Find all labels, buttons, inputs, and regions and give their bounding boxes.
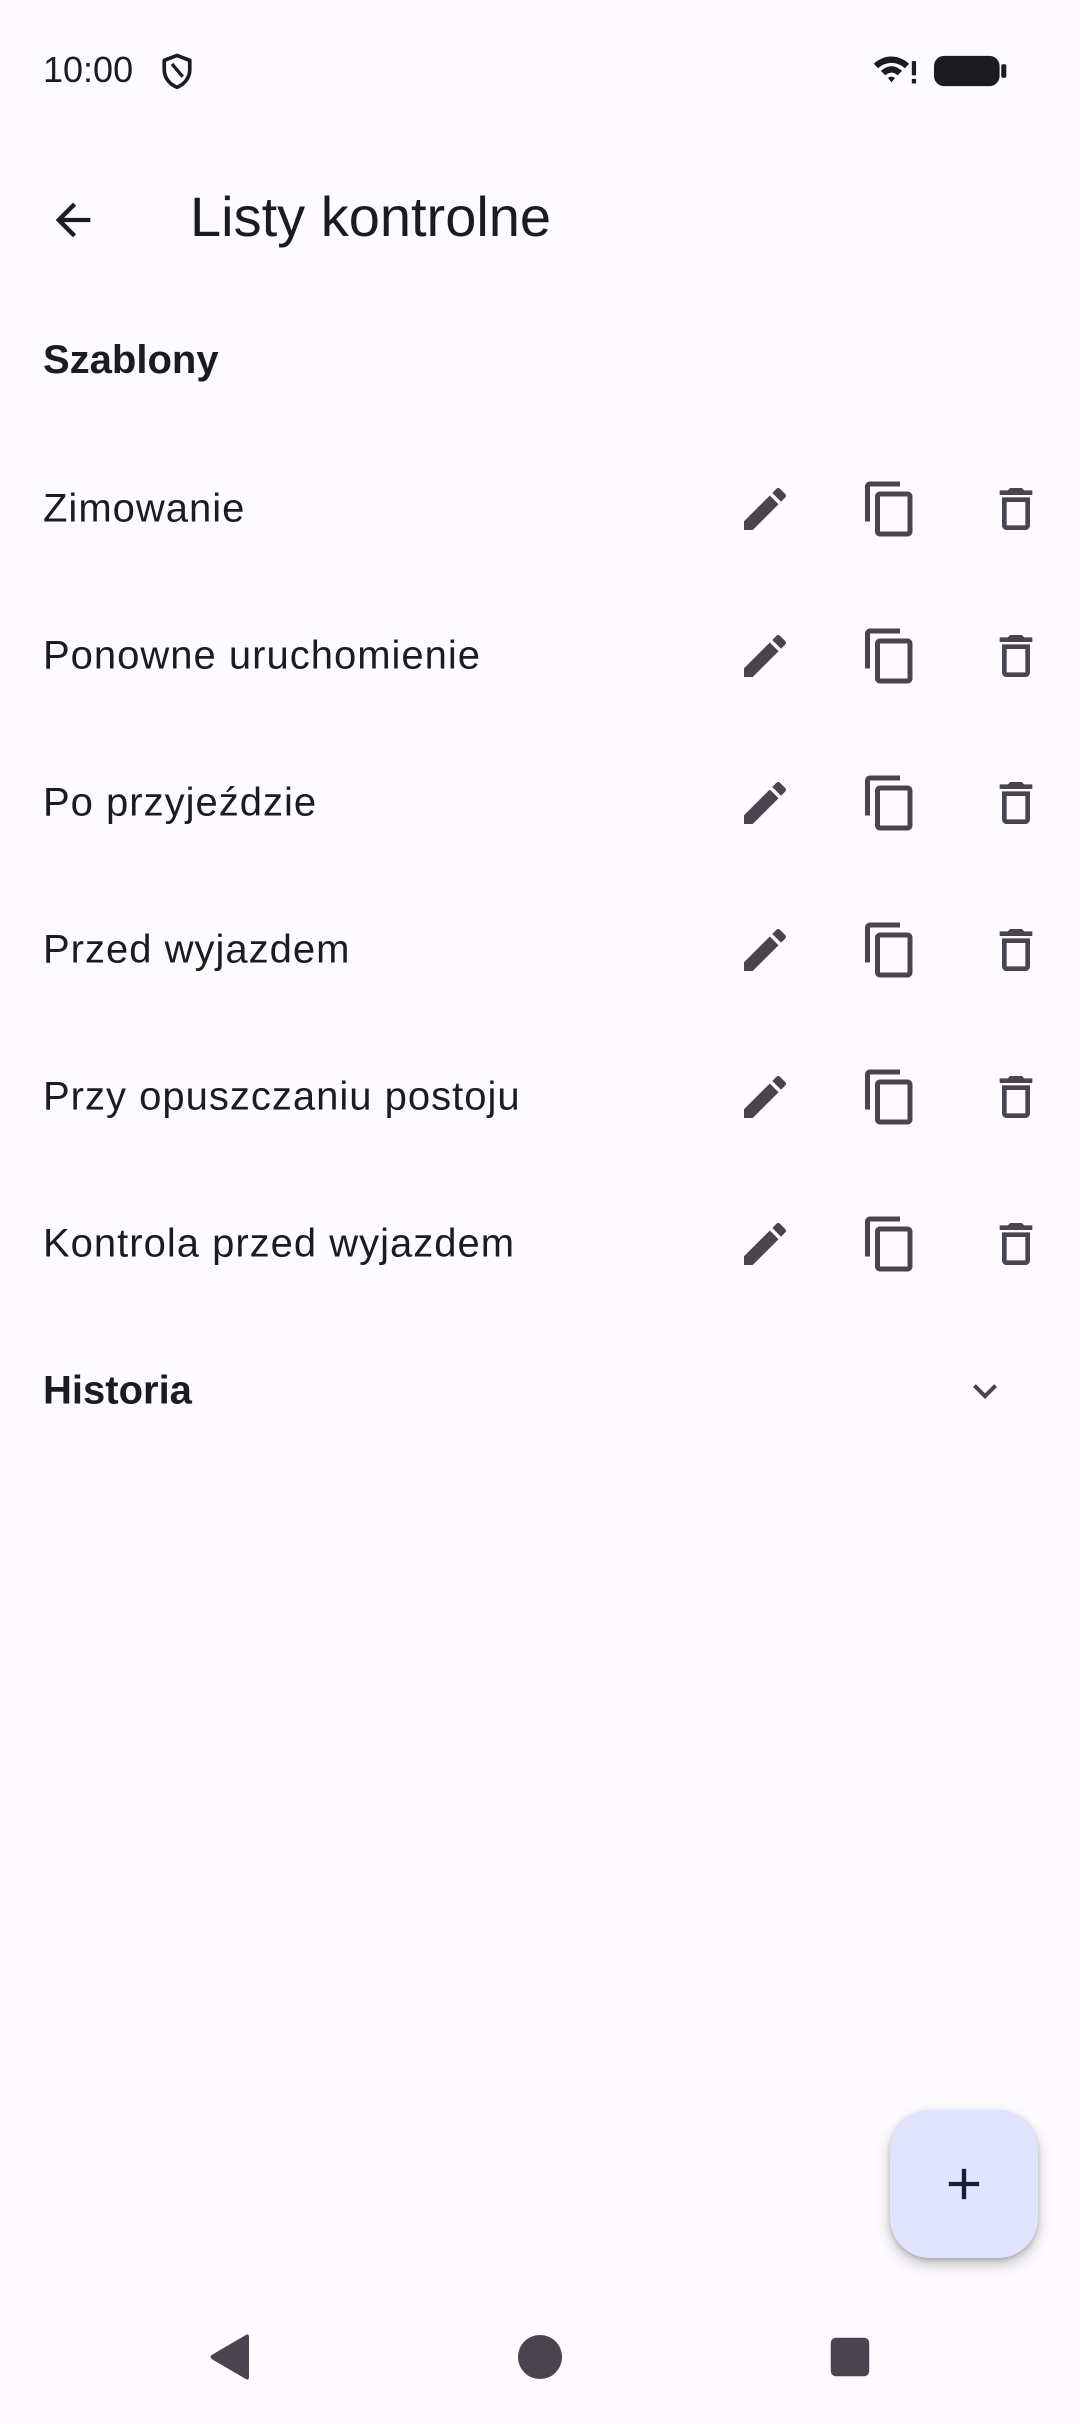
delete-button[interactable] (970, 610, 1062, 702)
copy-button[interactable] (844, 904, 936, 996)
edit-button[interactable] (719, 610, 811, 702)
page-title: Listy kontrolne (190, 185, 552, 248)
square-recents-icon (830, 2337, 870, 2377)
copy-icon (865, 922, 913, 977)
copy-icon (865, 628, 913, 683)
edit-button[interactable] (719, 1051, 811, 1143)
triangle-back-icon (210, 2334, 249, 2380)
template-label: Po przyjeździe (43, 780, 318, 824)
template-list: Zimowanie Ponowne uruchomienie Po przyje… (0, 435, 1080, 1317)
copy-button[interactable] (844, 1198, 936, 1290)
section-header-templates: Szablony (43, 338, 219, 382)
pencil-icon (744, 1222, 787, 1265)
copy-button[interactable] (844, 757, 936, 849)
status-time: 10:00 (43, 49, 134, 90)
trash-icon (999, 634, 1033, 677)
delete-button[interactable] (970, 1051, 1062, 1143)
delete-button[interactable] (970, 1198, 1062, 1290)
expand-history-button[interactable] (940, 1346, 1030, 1436)
template-row[interactable]: Przy opuszczaniu postoju (0, 1023, 1080, 1170)
edit-button[interactable] (719, 463, 811, 555)
copy-icon (865, 1216, 913, 1271)
template-label: Przy opuszczaniu postoju (43, 1074, 521, 1118)
template-label: Ponowne uruchomienie (43, 633, 482, 677)
system-nav-bar (0, 2290, 1080, 2424)
circle-home-icon (517, 2334, 563, 2380)
trash-icon (999, 781, 1033, 824)
pencil-icon (744, 1075, 787, 1118)
template-label: Zimowanie (43, 486, 246, 530)
template-row[interactable]: Ponowne uruchomienie (0, 582, 1080, 729)
chevron-down-icon (973, 1384, 997, 1399)
status-bar: 10:00 (0, 0, 1080, 140)
nav-recents-button[interactable] (800, 2312, 900, 2402)
nav-back-button[interactable] (180, 2312, 280, 2402)
copy-icon (865, 1069, 913, 1124)
template-row[interactable]: Kontrola przed wyjazdem (0, 1170, 1080, 1317)
template-row[interactable]: Przed wyjazdem (0, 876, 1080, 1023)
delete-button[interactable] (970, 757, 1062, 849)
copy-icon (865, 775, 913, 830)
template-label: Przed wyjazdem (43, 927, 351, 971)
shield-icon (162, 53, 192, 90)
pencil-icon (744, 487, 787, 530)
template-row[interactable]: Po przyjeździe (0, 729, 1080, 876)
pencil-icon (744, 928, 787, 971)
arrow-back-icon (55, 202, 91, 238)
pencil-icon (744, 781, 787, 824)
app-bar: Listy kontrolne (0, 150, 1080, 280)
delete-button[interactable] (970, 463, 1062, 555)
history-section-header[interactable]: Historia (0, 1318, 1080, 1464)
edit-button[interactable] (719, 757, 811, 849)
back-button[interactable] (30, 177, 116, 263)
trash-icon (999, 1222, 1033, 1265)
template-label: Kontrola przed wyjazdem (43, 1221, 516, 1265)
section-header-history: Historia (43, 1368, 192, 1413)
copy-button[interactable] (844, 610, 936, 702)
copy-button[interactable] (844, 463, 936, 555)
copy-button[interactable] (844, 1051, 936, 1143)
edit-button[interactable] (719, 904, 811, 996)
copy-icon (865, 481, 913, 536)
trash-icon (999, 928, 1033, 971)
trash-icon (999, 1075, 1033, 1118)
pencil-icon (744, 634, 787, 677)
trash-icon (999, 487, 1033, 530)
delete-button[interactable] (970, 904, 1062, 996)
wifi-icon (873, 56, 917, 84)
battery-icon (934, 55, 1007, 87)
edit-button[interactable] (719, 1198, 811, 1290)
add-checklist-button[interactable] (890, 2110, 1038, 2258)
nav-home-button[interactable] (490, 2312, 590, 2402)
plus-icon (948, 2168, 980, 2200)
template-row[interactable]: Zimowanie (0, 435, 1080, 582)
